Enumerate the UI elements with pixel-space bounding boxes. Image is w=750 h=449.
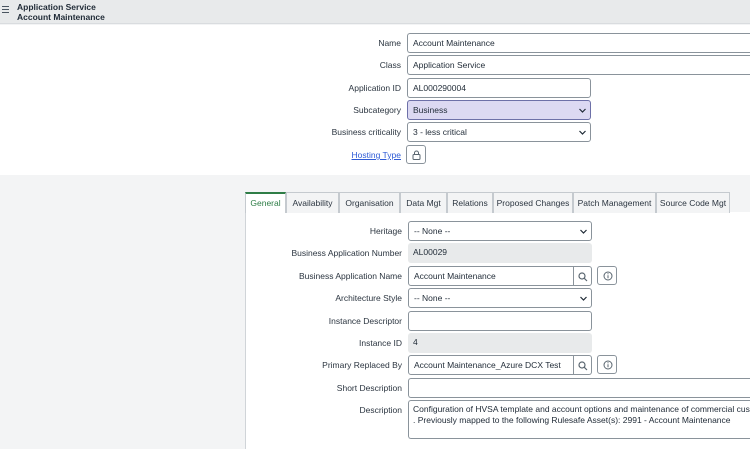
name-field[interactable]: Account Maintenance [407, 33, 750, 53]
tab-source-code-mgt[interactable]: Source Code Mgt [656, 192, 730, 213]
business-application-name-field[interactable]: Account Maintenance [408, 266, 574, 286]
name-label: Name [378, 38, 401, 48]
heritage-label: Heritage [369, 226, 402, 236]
search-icon [578, 361, 588, 371]
hamburger-menu-icon[interactable] [2, 6, 9, 14]
instance-id-label: Instance ID [359, 338, 402, 348]
application-id-label: Application ID [348, 83, 401, 93]
architecture-style-select[interactable]: -- None -- [408, 288, 592, 308]
lock-icon [412, 150, 421, 160]
tab-proposed-changes[interactable]: Proposed Changes [493, 192, 573, 213]
business-criticality-label: Business criticality [331, 127, 401, 137]
subcategory-label: Subcategory [353, 105, 401, 115]
business-application-name-lookup-button[interactable] [574, 266, 592, 286]
tab-relations[interactable]: Relations [447, 192, 493, 213]
short-description-field[interactable] [408, 378, 750, 398]
heritage-value: -- None -- [414, 226, 451, 236]
primary-replaced-by-field[interactable]: Account Maintenance_Azure DCX Test [408, 355, 574, 375]
short-description-label: Short Description [336, 383, 402, 393]
class-field[interactable]: Application Service [407, 55, 750, 75]
business-application-name-info-button[interactable] [597, 266, 617, 285]
instance-descriptor-field[interactable] [408, 311, 592, 331]
description-textarea[interactable]: Configuration of HVSA template and accou… [408, 400, 750, 439]
chevron-down-icon [579, 129, 586, 136]
subcategory-select[interactable]: Business [407, 100, 591, 120]
tab-general[interactable]: General [245, 192, 286, 213]
instance-descriptor-label: Instance Descriptor [328, 316, 402, 326]
search-icon [578, 272, 588, 282]
subcategory-value: Business [413, 105, 448, 115]
architecture-style-value: -- None -- [414, 293, 451, 303]
architecture-style-label: Architecture Style [335, 293, 402, 303]
hosting-type-lock-button[interactable] [406, 145, 426, 164]
record-class-title: Application Service [17, 2, 96, 12]
heritage-select[interactable]: -- None -- [408, 221, 592, 241]
business-criticality-select[interactable]: 3 - less critical [407, 122, 591, 142]
tab-availability[interactable]: Availability [286, 192, 339, 213]
primary-replaced-by-lookup-button[interactable] [574, 355, 592, 375]
business-application-number-field: AL00029 [408, 243, 592, 263]
description-line-2: . Previously mapped to the following Rul… [413, 415, 731, 425]
hosting-type-link[interactable]: Hosting Type [300, 150, 401, 161]
application-id-field[interactable]: AL000290004 [407, 78, 591, 98]
business-criticality-value: 3 - less critical [413, 127, 467, 137]
info-icon [603, 360, 613, 370]
chevron-down-icon [580, 295, 587, 302]
class-label: Class [379, 60, 401, 70]
tab-patch-management[interactable]: Patch Management [573, 192, 656, 213]
primary-replaced-by-info-button[interactable] [597, 355, 617, 374]
chevron-down-icon [580, 228, 587, 235]
record-name-title: Account Maintenance [17, 12, 105, 22]
primary-replaced-by-label: Primary Replaced By [322, 360, 402, 370]
description-label: Description [359, 405, 402, 415]
business-application-number-label: Business Application Number [291, 248, 402, 258]
business-application-name-label: Business Application Name [298, 271, 402, 281]
tab-data-mgt[interactable]: Data Mgt [400, 192, 447, 213]
chevron-down-icon [579, 107, 586, 114]
form-header: Application Service Account Maintenance [0, 0, 750, 24]
instance-id-field: 4 [408, 333, 592, 353]
description-line-1: Configuration of HVSA template and accou… [413, 404, 750, 414]
tab-organisation[interactable]: Organisation [339, 192, 400, 213]
info-icon [603, 271, 613, 281]
